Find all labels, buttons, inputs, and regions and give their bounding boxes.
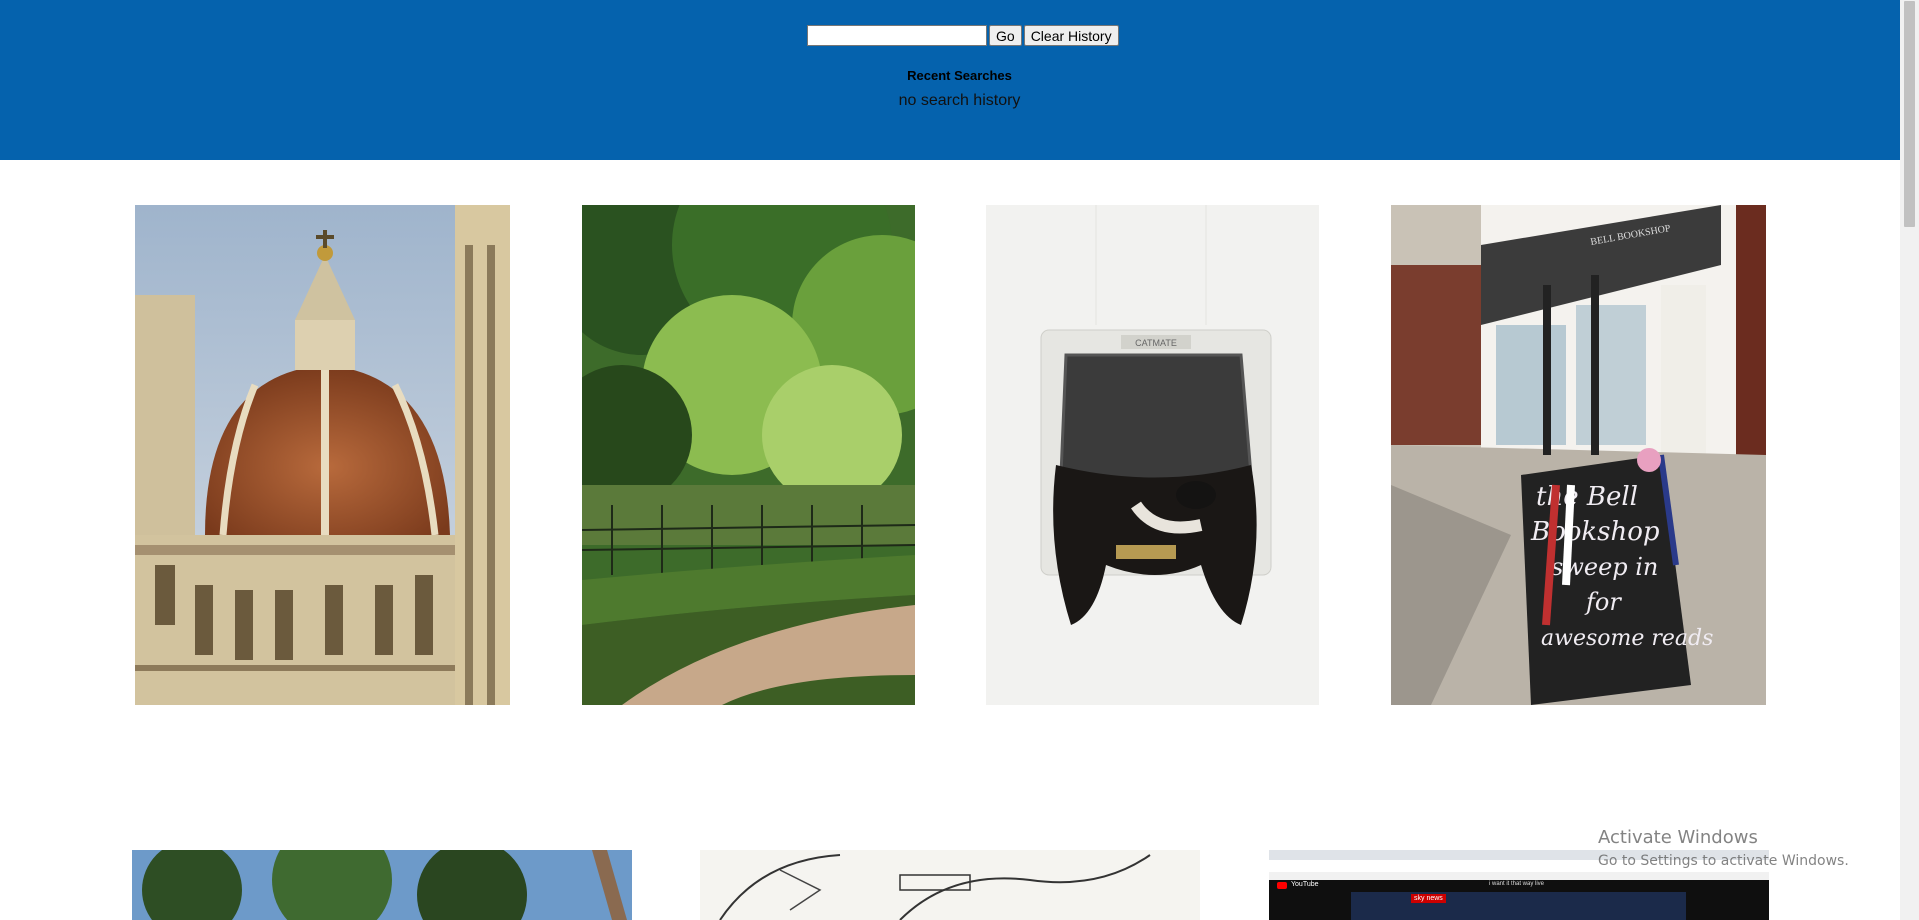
photo-florence-cathedral-dome[interactable]	[135, 205, 510, 705]
photo-dog-cat-flap[interactable]: CATMATE	[986, 205, 1319, 705]
youtube-page: YouTube i want it that way live sky news	[1269, 880, 1769, 920]
recent-searches-title: Recent Searches	[907, 68, 1012, 83]
clear-history-button[interactable]: Clear History	[1023, 25, 1119, 46]
youtube-logo-icon	[1277, 882, 1287, 889]
no-history-message: no search history	[898, 92, 1021, 109]
photo-trees-sky[interactable]	[132, 850, 632, 920]
header-bar: Go Clear History Recent Searches no sear…	[0, 0, 1900, 160]
sky-news-badge: sky news	[1411, 894, 1446, 903]
svg-text:for: for	[1584, 588, 1622, 616]
page-scrollbar[interactable]	[1900, 0, 1919, 920]
svg-text:awesome reads: awesome reads	[1541, 626, 1713, 651]
video-player: sky news	[1351, 892, 1686, 920]
youtube-label: YouTube	[1291, 881, 1319, 888]
catflap-brand-label: CATMATE	[1135, 338, 1177, 348]
activate-windows-title: Activate Windows	[1598, 827, 1758, 848]
activate-windows-subtitle: Go to Settings to activate Windows.	[1598, 853, 1849, 869]
photo-forest-path[interactable]	[582, 205, 915, 705]
go-button[interactable]: Go	[989, 25, 1022, 46]
search-input[interactable]	[807, 25, 987, 46]
photo-bell-bookshop[interactable]: BELL BOOKSHOP the Bell Bookshop sweep in…	[1391, 205, 1766, 705]
scrollbar-thumb[interactable]	[1904, 1, 1915, 227]
search-row: Go Clear History	[807, 25, 1119, 46]
photo-sketch-drawing[interactable]	[700, 850, 1200, 920]
youtube-search-text: i want it that way live	[1489, 881, 1545, 887]
bookmarks-bar	[1269, 872, 1769, 880]
